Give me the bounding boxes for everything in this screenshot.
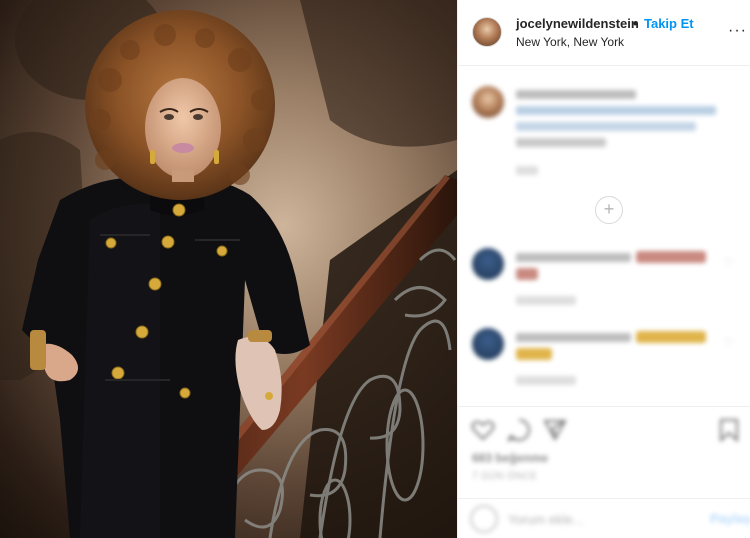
more-icon[interactable]: ··· <box>728 22 747 40</box>
action-bar: 683 beğenme 7 GÜN ÖNCE <box>458 406 750 498</box>
comment-emoji <box>516 268 538 280</box>
likes-count[interactable]: 683 beğenme <box>472 451 548 465</box>
comment-line <box>516 296 576 305</box>
bookmark-icon[interactable] <box>716 417 742 443</box>
post-timestamp[interactable]: 7 GÜN ÖNCE <box>472 471 537 482</box>
post-header: jocelynewildenstein • Takip Et New York,… <box>458 0 750 66</box>
comment-heart-icon[interactable]: ♡ <box>724 336 734 349</box>
post-sidebar: jocelynewildenstein • Takip Et New York,… <box>457 0 750 538</box>
caption-line <box>516 90 636 99</box>
comment-icon[interactable] <box>506 417 532 443</box>
comment-emoji <box>636 331 706 343</box>
caption-line <box>516 166 538 175</box>
separator-dot: • <box>633 16 638 31</box>
comment-emoji <box>516 348 552 360</box>
comment-input[interactable] <box>508 509 698 529</box>
comment-line <box>516 253 631 262</box>
caption-line <box>516 138 606 147</box>
follow-button[interactable]: Takip Et <box>644 16 694 31</box>
caption-line <box>516 122 696 131</box>
post-photo-illustration <box>0 0 457 538</box>
post-photo[interactable] <box>0 0 457 538</box>
share-icon[interactable] <box>542 417 568 443</box>
comment-line <box>516 333 631 342</box>
caption-line <box>516 106 716 115</box>
load-more-comments-icon[interactable]: + <box>595 196 623 224</box>
add-comment-bar: Paylaş <box>458 498 750 538</box>
emoji-icon[interactable] <box>470 505 498 533</box>
comment-line <box>516 376 576 385</box>
comment-emoji <box>636 251 706 263</box>
caption-avatar <box>472 86 504 118</box>
author-username[interactable]: jocelynewildenstein <box>516 16 639 31</box>
post-comment-button[interactable]: Paylaş <box>710 511 750 526</box>
post-location[interactable]: New York, New York <box>516 35 624 49</box>
comment-avatar <box>472 248 504 280</box>
heart-icon[interactable] <box>470 417 496 443</box>
author-avatar[interactable] <box>472 17 502 47</box>
comment-heart-icon[interactable]: ♡ <box>724 256 734 269</box>
comment-avatar <box>472 328 504 360</box>
